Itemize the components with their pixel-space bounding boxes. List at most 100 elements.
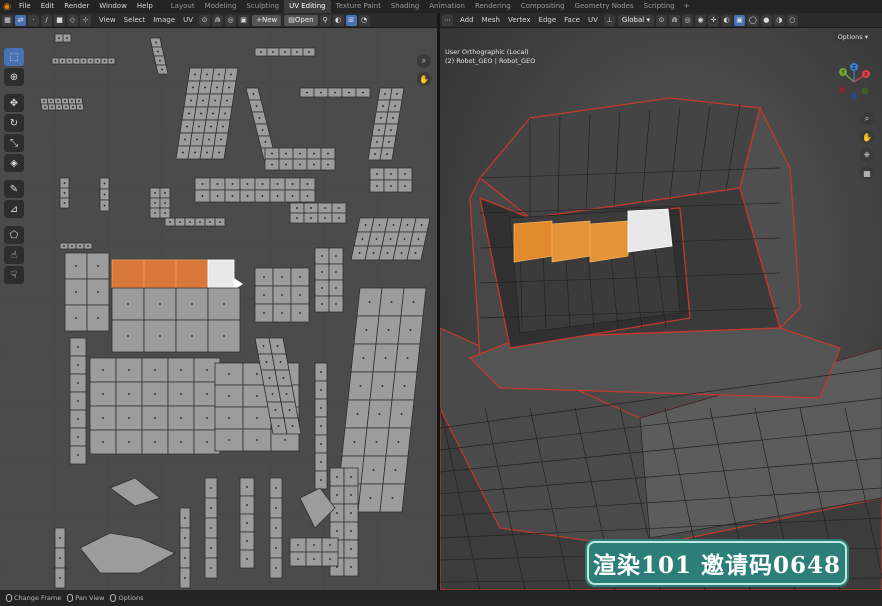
- snap-icon[interactable]: ⋒: [212, 14, 224, 26]
- pan-hand-icon[interactable]: ✋: [860, 130, 874, 144]
- island-mode-icon[interactable]: ◇: [67, 14, 78, 26]
- status-bar: Change Frame Pan View Options: [0, 590, 882, 606]
- vp-menu-uv[interactable]: UV: [584, 13, 602, 28]
- pan-hand-icon[interactable]: ✋: [417, 72, 431, 86]
- annotate-icon[interactable]: ✎: [4, 180, 24, 198]
- wireframe-shading-icon[interactable]: ◯: [747, 14, 759, 26]
- rip-icon[interactable]: ⊿: [4, 200, 24, 218]
- new-image-button[interactable]: + New: [252, 14, 282, 26]
- uv-menu-image[interactable]: Image: [149, 13, 179, 28]
- uv-island: [89, 357, 221, 455]
- edge-mode-icon[interactable]: /: [41, 14, 52, 26]
- uv-selected-faces[interactable]: [111, 259, 243, 290]
- uv-editor[interactable]: ⬚ ⊕ ✥ ↻ ⤡ ◈ ✎ ⊿ ⬠ ☝ ☟ ⌕ ✋: [0, 28, 437, 590]
- vp-menu-face[interactable]: Face: [560, 13, 584, 28]
- orientation-icon[interactable]: ⊥: [603, 14, 615, 26]
- uv-island: [269, 477, 283, 579]
- face-mode-icon[interactable]: ■: [54, 14, 65, 26]
- proportional-icon[interactable]: ◎: [225, 14, 237, 26]
- uv-island: [289, 537, 339, 567]
- pivot-icon[interactable]: ⊙: [199, 14, 211, 26]
- menu-help[interactable]: Help: [132, 0, 158, 13]
- cursor-icon[interactable]: ⊕: [4, 68, 24, 86]
- transform-icon[interactable]: ◈: [4, 154, 24, 172]
- tab-modeling[interactable]: Modeling: [200, 0, 242, 13]
- uv-menu-view[interactable]: View: [95, 13, 120, 28]
- vp-menu-add[interactable]: Add: [456, 13, 478, 28]
- uv-island: [59, 242, 93, 250]
- editor-type-icon[interactable]: ▦: [2, 14, 13, 26]
- overlay-icon[interactable]: ◔: [358, 14, 370, 26]
- vertex-mode-icon[interactable]: ·: [28, 14, 39, 26]
- proportional-edit-icon[interactable]: ◎: [682, 14, 693, 26]
- options-dropdown[interactable]: Options ▾: [833, 31, 872, 42]
- tab-rendering[interactable]: Rendering: [470, 0, 516, 13]
- gizmo-icon[interactable]: ✛: [708, 14, 719, 26]
- uv-island: [149, 187, 171, 219]
- robot-head-mesh[interactable]: [440, 28, 882, 590]
- menu-file[interactable]: File: [14, 0, 36, 13]
- mouse-icon: [6, 594, 12, 602]
- tab-animation[interactable]: Animation: [424, 0, 470, 13]
- open-image-button[interactable]: ▤ Open: [284, 14, 318, 26]
- orientation-dropdown[interactable]: Global ▾: [617, 14, 654, 26]
- vp-menu-mesh[interactable]: Mesh: [478, 13, 504, 28]
- viewport-header: ⋯ Add Mesh Vertex Edge Face UV ⊥ Global ▾ ⊙ ⋒…: [440, 13, 882, 28]
- sticky-mode-icon[interactable]: ⊹: [80, 14, 91, 26]
- image-browse-icon[interactable]: ▣: [238, 14, 250, 26]
- tab-geometry-nodes[interactable]: Geometry Nodes: [570, 0, 639, 13]
- tab-layout[interactable]: Layout: [166, 0, 200, 13]
- tab-uv-editing[interactable]: UV Editing: [284, 0, 331, 13]
- tab-shading[interactable]: Shading: [386, 0, 424, 13]
- add-workspace-button[interactable]: +: [680, 0, 694, 13]
- vp-menu-edge[interactable]: Edge: [535, 13, 561, 28]
- uv-menu-select[interactable]: Select: [120, 13, 150, 28]
- pin-icon[interactable]: ⚲: [319, 14, 331, 26]
- uv-island: [64, 252, 110, 332]
- camera-icon[interactable]: ⎈: [860, 148, 874, 162]
- visibility-icon[interactable]: ◉: [695, 14, 706, 26]
- display-channels-icon[interactable]: ◐: [332, 14, 344, 26]
- menu-window[interactable]: Window: [94, 0, 132, 13]
- grid-icon[interactable]: ▦: [860, 166, 874, 180]
- uv-island: [350, 217, 431, 261]
- grab-icon[interactable]: ⬠: [4, 226, 24, 244]
- pivot-point-icon[interactable]: ⊙: [656, 14, 667, 26]
- rendered-shading-icon[interactable]: ○: [786, 14, 798, 26]
- uv-island: [54, 527, 66, 589]
- uv-island: [254, 47, 316, 57]
- 3d-viewport[interactable]: User Orthographic (Local) (2) Robot_GEO …: [440, 28, 882, 590]
- uv-island: [179, 507, 191, 589]
- tab-scripting[interactable]: Scripting: [639, 0, 680, 13]
- navigation-gizmo[interactable]: X Y Z: [834, 62, 874, 102]
- blender-logo-icon[interactable]: ◉: [0, 0, 14, 13]
- uv-island: [254, 267, 310, 323]
- status-change-frame-label: Change Frame: [14, 594, 62, 602]
- scale-icon[interactable]: ⤡: [4, 134, 24, 152]
- gizmo-toggle-icon[interactable]: ⊞: [345, 14, 357, 26]
- material-shading-icon[interactable]: ◑: [773, 14, 785, 26]
- xray-icon[interactable]: ▣: [734, 14, 745, 26]
- select-box-icon[interactable]: ⬚: [4, 48, 24, 66]
- uv-menu-uv[interactable]: UV: [179, 13, 197, 28]
- tab-compositing[interactable]: Compositing: [516, 0, 570, 13]
- view-menu-icon[interactable]: ⋯: [442, 14, 453, 26]
- menu-render[interactable]: Render: [59, 0, 94, 13]
- status-pan-view: Pan View: [67, 594, 104, 602]
- pinch-icon[interactable]: ☟: [4, 266, 24, 284]
- vp-menu-vertex[interactable]: Vertex: [504, 13, 535, 28]
- rotate-icon[interactable]: ↻: [4, 114, 24, 132]
- move-icon[interactable]: ✥: [4, 94, 24, 112]
- sync-selection-icon[interactable]: ⇄: [15, 14, 26, 26]
- zoom-icon[interactable]: ⌕: [860, 112, 874, 126]
- snap-toggle-icon[interactable]: ⋒: [669, 14, 680, 26]
- tab-texture-paint[interactable]: Texture Paint: [331, 0, 386, 13]
- solid-shading-icon[interactable]: ●: [760, 14, 772, 26]
- tab-sculpting[interactable]: Sculpting: [241, 0, 284, 13]
- top-menu-bar: ◉ File Edit Render Window Help Layout Modelin…: [0, 0, 882, 13]
- overlays-icon[interactable]: ◐: [721, 14, 732, 26]
- zoom-icon[interactable]: ⌕: [417, 54, 431, 68]
- relax-icon[interactable]: ☝: [4, 246, 24, 264]
- menu-edit[interactable]: Edit: [36, 0, 60, 13]
- uv-islands-canvas[interactable]: [0, 28, 437, 590]
